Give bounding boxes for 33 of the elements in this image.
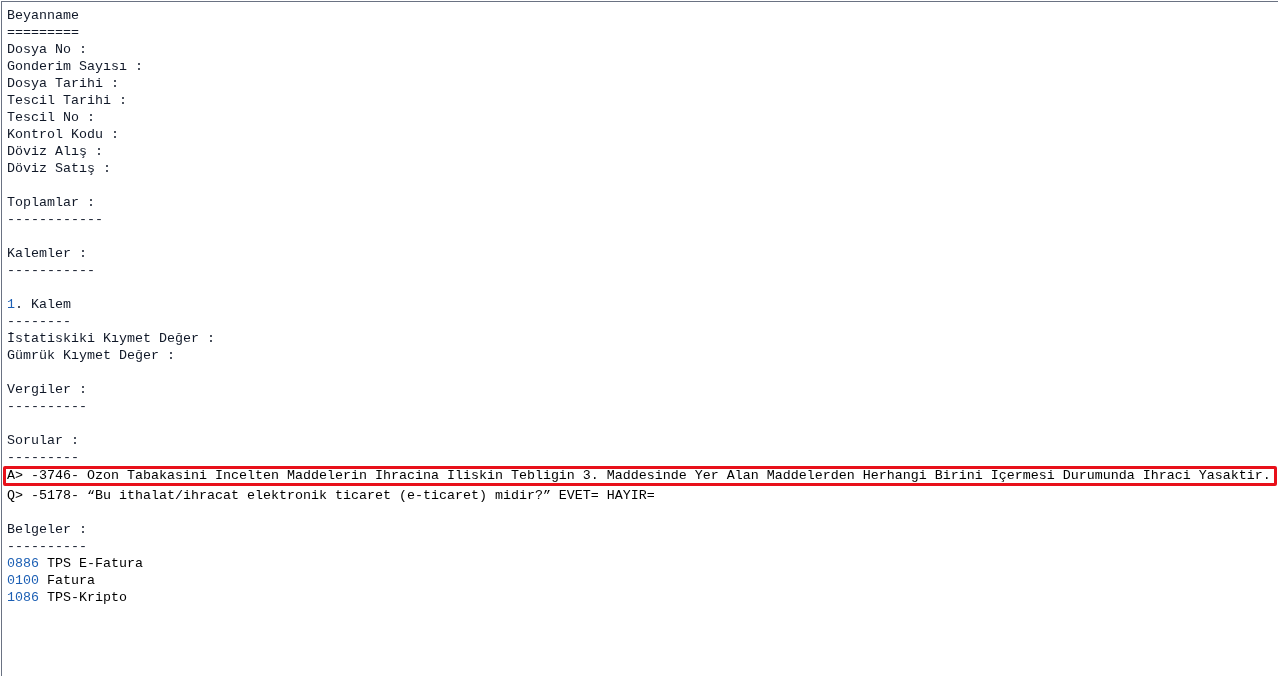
section-heading: Toplamlar : <box>7 195 95 210</box>
field-label: Dosya Tarihi : <box>7 76 119 91</box>
item-number: 1 <box>7 297 15 312</box>
document-code: 0100 <box>7 573 39 588</box>
section-heading: Belgeler : <box>7 522 87 537</box>
field-label: Gonderim Sayısı : <box>7 59 143 74</box>
section-heading: Vergiler : <box>7 382 87 397</box>
document-name: Fatura <box>46 573 95 588</box>
underline-text: -------- <box>7 314 71 329</box>
field-label: Döviz Alış : <box>7 144 103 159</box>
field-label: İstatiskiki Kıymet Değer : <box>7 331 215 346</box>
underline-text: --------- <box>7 450 79 465</box>
underline-text: ========= <box>7 25 79 40</box>
underline-text: ----------- <box>7 263 95 278</box>
field-label: Kontrol Kodu : <box>7 127 119 142</box>
document-code: 0886 <box>7 556 39 571</box>
question-text: A> -3746- Ozon Tabakasini Incelten Maddelerin Ihracina Iliskin Tebligin 3. Maddesinde Yer Alan Maddelerden Herhangi Birini Içermesi Durumunda Ihraci Yasaktir. <box>3 466 1277 486</box>
section-heading: Sorular : <box>7 433 79 448</box>
underline-text: ------------ <box>7 212 103 227</box>
item-heading: . Kalem <box>15 297 71 312</box>
field-label: Dosya No : <box>7 42 87 57</box>
document-name: TPS E-Fatura <box>46 556 143 571</box>
question-text: Q> -5178- “Bu ithalat/ihracat elektronik ticaret (e-ticaret) midir?” EVET= HAYIR= <box>7 488 655 503</box>
field-label: Gümrük Kıymet Değer : <box>7 348 175 363</box>
document-code: 1086 <box>7 590 39 605</box>
field-label: Tescil No : <box>7 110 95 125</box>
underline-text: ---------- <box>7 539 87 554</box>
underline-text: ---------- <box>7 399 87 414</box>
title-text: Beyanname <box>7 8 79 23</box>
section-heading: Kalemler : <box>7 246 87 261</box>
field-label: Tescil Tarihi : <box>7 93 127 108</box>
document-name: TPS-Kripto <box>46 590 127 605</box>
field-label: Döviz Satış : <box>7 161 111 176</box>
